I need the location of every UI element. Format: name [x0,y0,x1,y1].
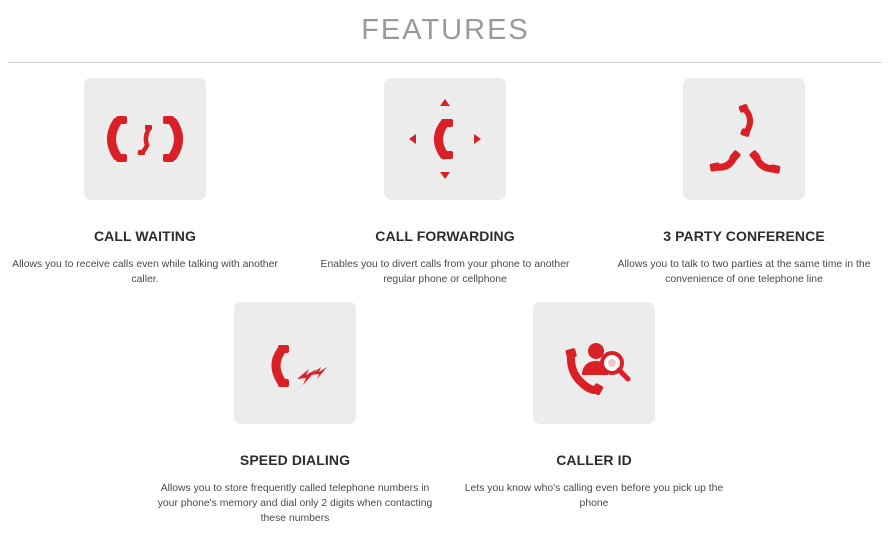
feature-title: SPEED DIALING [239,452,351,468]
feature-description: Allows you to talk to two parties at the… [617,259,871,285]
title-divider [8,62,882,63]
feature-description: Lets you know who's calling even before … [464,483,724,509]
feature-description: Enables you to divert calls from your ph… [320,259,570,285]
feature-caller-id: CALLER ID Lets you know who's calling ev… [449,302,739,511]
feature-title: CALL FORWARDING [375,228,515,244]
feature-title: 3 PARTY CONFERENCE [663,228,825,244]
feature-description: Allows you to store frequently called te… [157,483,433,524]
call-forwarding-tile[interactable] [384,78,506,200]
feature-title: CALLER ID [556,452,632,468]
speed-dial-icon [271,345,327,387]
feature-3-party-conference: 3 PARTY CONFERENCE Allows you to talk to… [599,78,889,287]
feature-call-waiting: CALL WAITING Allows you to receive calls… [0,78,290,287]
feature-speed-dialing: SPEED DIALING Allows you to store freque… [150,302,440,526]
conference-call-icon [709,104,781,174]
feature-call-forwarding: CALL FORWARDING Enables you to divert ca… [300,78,590,287]
call-waiting-icon [107,116,183,162]
conference-call-tile[interactable] [683,78,805,200]
feature-title: CALL WAITING [93,228,197,244]
speed-dial-tile[interactable] [234,302,356,424]
caller-id-icon [565,343,631,396]
page-title: FEATURES [361,14,530,46]
call-forwarding-icon [409,99,481,179]
call-waiting-tile[interactable] [84,78,206,200]
feature-description: Allows you to receive calls even while t… [12,259,278,285]
caller-id-tile[interactable] [533,302,655,424]
